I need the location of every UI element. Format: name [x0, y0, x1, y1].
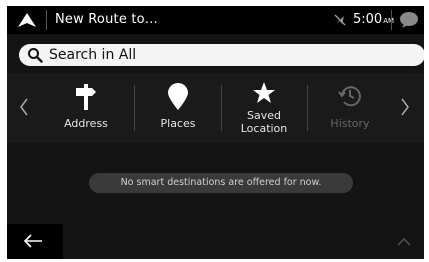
menu-item-address[interactable]: Address [43, 73, 129, 143]
clock-ampm: AM [383, 17, 395, 25]
signpost-icon [74, 83, 98, 111]
navigation-screen: New Route to… 5:00AM Search in All Addre… [7, 6, 424, 259]
menu-item-label: Saved Location [240, 109, 288, 135]
page-title: New Route to… [55, 12, 159, 27]
star-icon [252, 81, 276, 109]
menu-item-history[interactable]: History [307, 73, 393, 143]
history-icon [338, 83, 362, 111]
menu-item-label: Address [64, 117, 108, 130]
navigation-arrow-icon[interactable] [15, 10, 39, 30]
chevron-right-icon [401, 98, 409, 116]
destination-menu: Address Places Saved Location History [7, 73, 424, 143]
empty-state-message: No smart destinations are offered for no… [89, 173, 353, 193]
divider [391, 10, 392, 30]
top-bar: New Route to… 5:00AM [7, 6, 424, 34]
chevron-up-icon [397, 238, 411, 246]
menu-item-places[interactable]: Places [135, 73, 221, 143]
search-label: Search in All [49, 47, 137, 63]
message-bubble-icon[interactable] [399, 11, 419, 29]
clock-time: 5:00 [353, 12, 383, 27]
back-arrow-icon [23, 234, 42, 248]
scroll-right-button[interactable] [388, 73, 424, 143]
search-bar[interactable]: Search in All [19, 44, 424, 66]
map-pin-icon [166, 83, 190, 111]
gps-off-icon [332, 12, 348, 28]
clock: 5:00AM [353, 10, 394, 30]
search-icon [27, 47, 43, 63]
menu-item-saved-location[interactable]: Saved Location [221, 73, 307, 143]
divider [46, 10, 47, 30]
chevron-left-icon [20, 98, 28, 116]
menu-item-label: History [330, 117, 370, 130]
back-button[interactable] [7, 224, 63, 259]
menu-item-label: Places [160, 117, 196, 130]
scroll-left-button[interactable] [7, 73, 43, 143]
